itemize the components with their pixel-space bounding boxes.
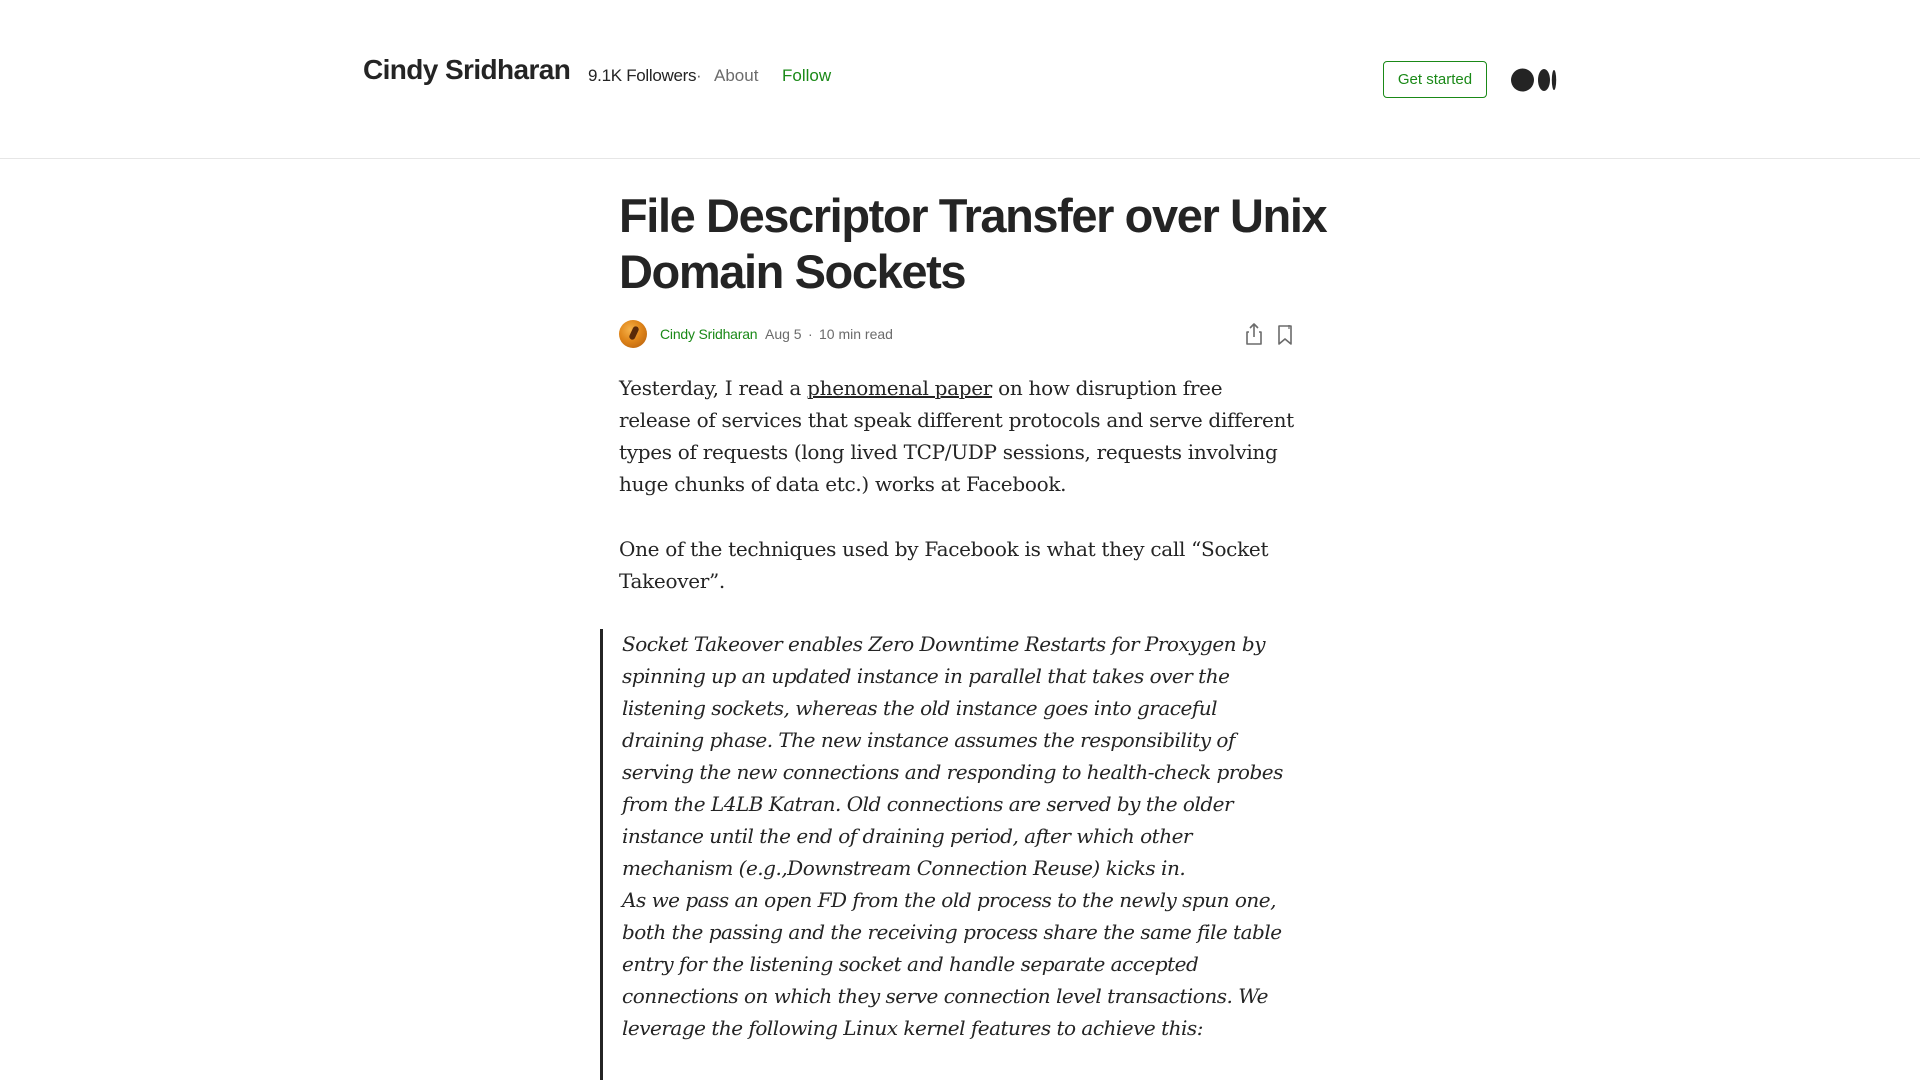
publish-date: Aug 5 bbox=[765, 326, 802, 342]
author-name-link[interactable]: Cindy Sridharan bbox=[660, 326, 758, 342]
byline-separator: · bbox=[808, 326, 813, 342]
author-avatar[interactable] bbox=[619, 320, 647, 348]
blockquote-paragraph-1: Socket Takeover enables Zero Downtime Re… bbox=[622, 632, 1283, 880]
follow-button[interactable]: Follow bbox=[782, 66, 831, 86]
byline: Cindy Sridharan Aug 5 · 10 min read bbox=[619, 320, 1295, 348]
bookmark-icon[interactable] bbox=[1276, 324, 1294, 346]
phenomenal-paper-link[interactable]: phenomenal paper bbox=[807, 376, 992, 400]
get-started-button[interactable]: Get started bbox=[1383, 61, 1487, 98]
publication-name[interactable]: Cindy Sridharan bbox=[363, 54, 571, 86]
blockquote-paragraph-2: As we pass an open FD from the old proce… bbox=[622, 888, 1282, 1040]
blockquote-bar bbox=[600, 629, 603, 1080]
read-time: 10 min read bbox=[819, 326, 893, 342]
separator-dot: · bbox=[696, 66, 702, 85]
article-title: File Descriptor Transfer over Unix Domai… bbox=[619, 189, 1328, 298]
site-header: Cindy Sridharan 9.1K Followers · About F… bbox=[0, 0, 1920, 159]
paragraph-intro-start: Yesterday, I read a bbox=[619, 376, 808, 400]
about-link[interactable]: About bbox=[714, 66, 758, 86]
medium-logo-icon[interactable] bbox=[1511, 68, 1557, 92]
paragraph-intro: Yesterday, I read a phenomenal paper on … bbox=[619, 372, 1295, 500]
followers-count[interactable]: 9.1K Followers bbox=[588, 66, 697, 86]
share-icon[interactable] bbox=[1244, 322, 1264, 346]
paragraph-socket-takeover: One of the techniques used by Facebook i… bbox=[619, 537, 1269, 593]
